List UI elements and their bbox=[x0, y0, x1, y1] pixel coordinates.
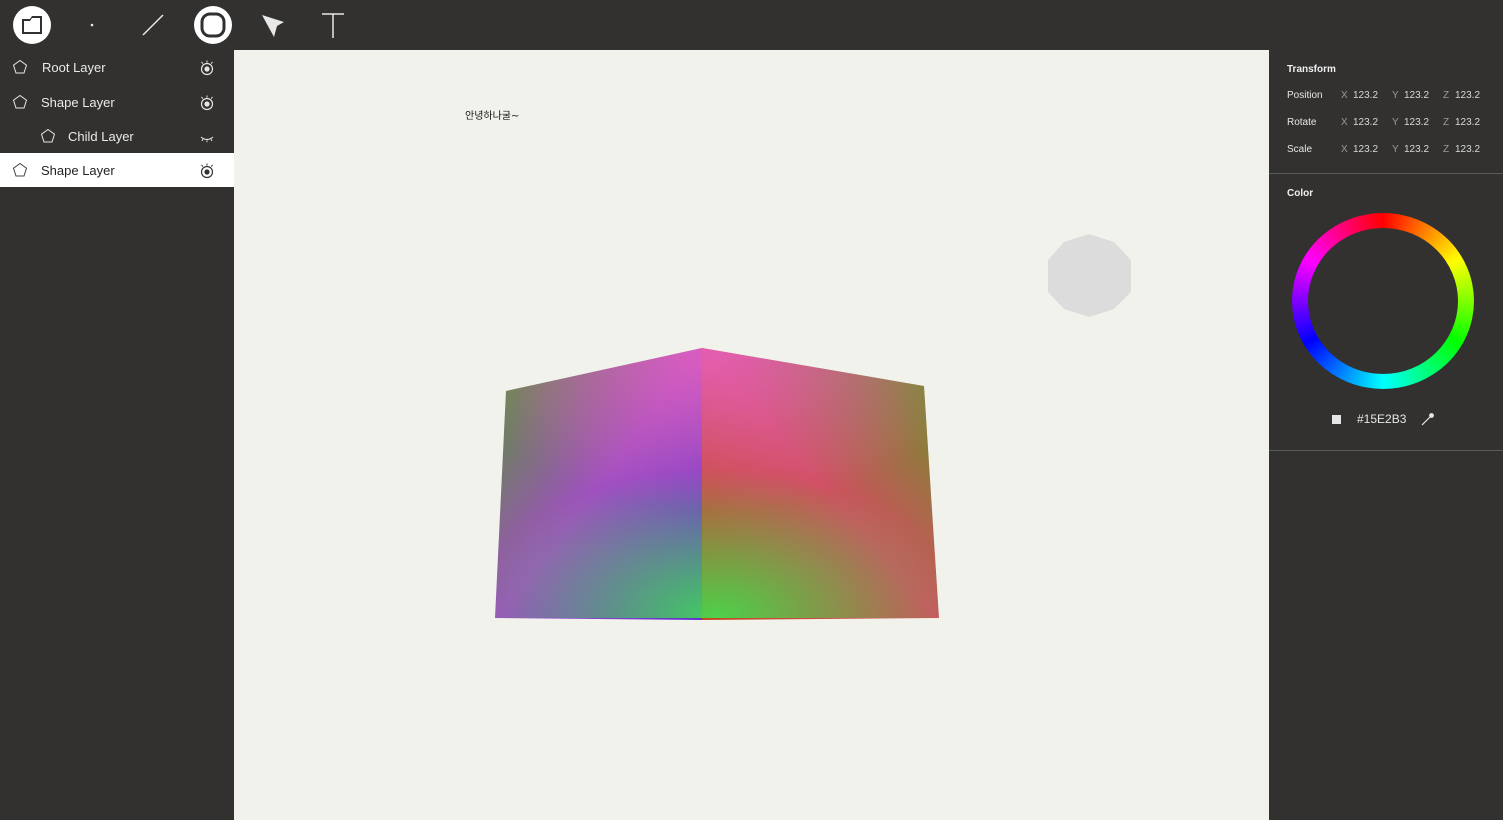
eye-open-icon[interactable] bbox=[198, 162, 216, 180]
layer-tool-button[interactable] bbox=[12, 5, 52, 45]
layer-row-child[interactable]: Child Layer bbox=[0, 119, 234, 153]
layers-panel: Root Layer Shape Layer Child Layer Shape… bbox=[0, 50, 234, 820]
transform-title: Transform bbox=[1287, 64, 1336, 75]
text-icon bbox=[322, 13, 344, 38]
layer-row-selected[interactable]: Shape Layer bbox=[0, 153, 234, 187]
pentagon-icon bbox=[12, 94, 28, 109]
eyedropper-icon[interactable] bbox=[1420, 411, 1436, 427]
divider bbox=[1269, 173, 1503, 174]
rotate-label: Rotate bbox=[1287, 117, 1317, 128]
hex-value[interactable]: #15E2B3 bbox=[1357, 412, 1406, 426]
x-axis-label: X bbox=[1341, 90, 1348, 101]
scene-graphics bbox=[495, 234, 1131, 620]
layer-row[interactable]: Root Layer bbox=[0, 50, 234, 84]
rotate-x-value[interactable]: 123.2 bbox=[1353, 117, 1378, 128]
position-z-value[interactable]: 123.2 bbox=[1455, 90, 1480, 101]
layer-name: Shape Layer bbox=[41, 163, 115, 178]
divider bbox=[1269, 450, 1503, 451]
layer-name: Root Layer bbox=[42, 60, 106, 75]
cursor-icon bbox=[262, 15, 284, 37]
rotate-y-value[interactable]: 123.2 bbox=[1404, 117, 1429, 128]
color-wheel[interactable] bbox=[1292, 213, 1474, 389]
position-label: Position bbox=[1287, 90, 1323, 101]
z-axis-label: Z bbox=[1443, 90, 1450, 101]
shape-tool-button[interactable] bbox=[193, 5, 233, 45]
scale-x-value[interactable]: 123.2 bbox=[1353, 144, 1378, 155]
point-icon bbox=[90, 23, 94, 27]
pentagon-icon bbox=[12, 162, 28, 177]
cube-highlight bbox=[495, 348, 939, 618]
scale-label: Scale bbox=[1287, 144, 1313, 155]
y-axis-label: Y bbox=[1392, 117, 1399, 128]
x-axis-label: X bbox=[1341, 144, 1348, 155]
folder-icon bbox=[13, 6, 51, 44]
z-axis-label: Z bbox=[1443, 144, 1450, 155]
toolbar bbox=[0, 0, 1503, 50]
color-title: Color bbox=[1287, 188, 1314, 199]
canvas-viewport[interactable]: 안녕하나굴~ bbox=[234, 50, 1269, 820]
position-y-value[interactable]: 123.2 bbox=[1404, 90, 1429, 101]
line-tool-button[interactable] bbox=[133, 5, 173, 45]
layer-name: Shape Layer bbox=[41, 95, 115, 110]
text-tool-button[interactable] bbox=[313, 5, 353, 45]
scale-z-value[interactable]: 123.2 bbox=[1455, 144, 1480, 155]
layer-row[interactable]: Shape Layer bbox=[0, 85, 234, 119]
eye-open-icon[interactable] bbox=[198, 94, 216, 112]
layer-name: Child Layer bbox=[68, 129, 134, 144]
octagon-shape[interactable] bbox=[1048, 234, 1131, 317]
scale-y-value[interactable]: 123.2 bbox=[1404, 144, 1429, 155]
color-wheel-center bbox=[1308, 228, 1458, 374]
z-axis-label: Z bbox=[1443, 117, 1450, 128]
x-axis-label: X bbox=[1341, 117, 1348, 128]
y-axis-label: Y bbox=[1392, 144, 1399, 155]
rotate-z-value[interactable]: 123.2 bbox=[1455, 117, 1480, 128]
properties-panel: Transform Position X 123.2 Y 123.2 Z 123… bbox=[1269, 50, 1503, 820]
eye-closed-icon[interactable] bbox=[198, 128, 216, 146]
y-axis-label: Y bbox=[1392, 90, 1399, 101]
line-icon bbox=[142, 14, 164, 36]
pentagon-icon bbox=[12, 59, 28, 74]
select-tool-button[interactable] bbox=[253, 5, 293, 45]
color-swatch[interactable] bbox=[1332, 415, 1341, 424]
rounded-square-icon bbox=[194, 6, 232, 44]
pentagon-icon bbox=[40, 128, 56, 143]
position-x-value[interactable]: 123.2 bbox=[1353, 90, 1378, 101]
point-tool-button[interactable] bbox=[72, 5, 112, 45]
eye-open-icon[interactable] bbox=[198, 59, 216, 77]
